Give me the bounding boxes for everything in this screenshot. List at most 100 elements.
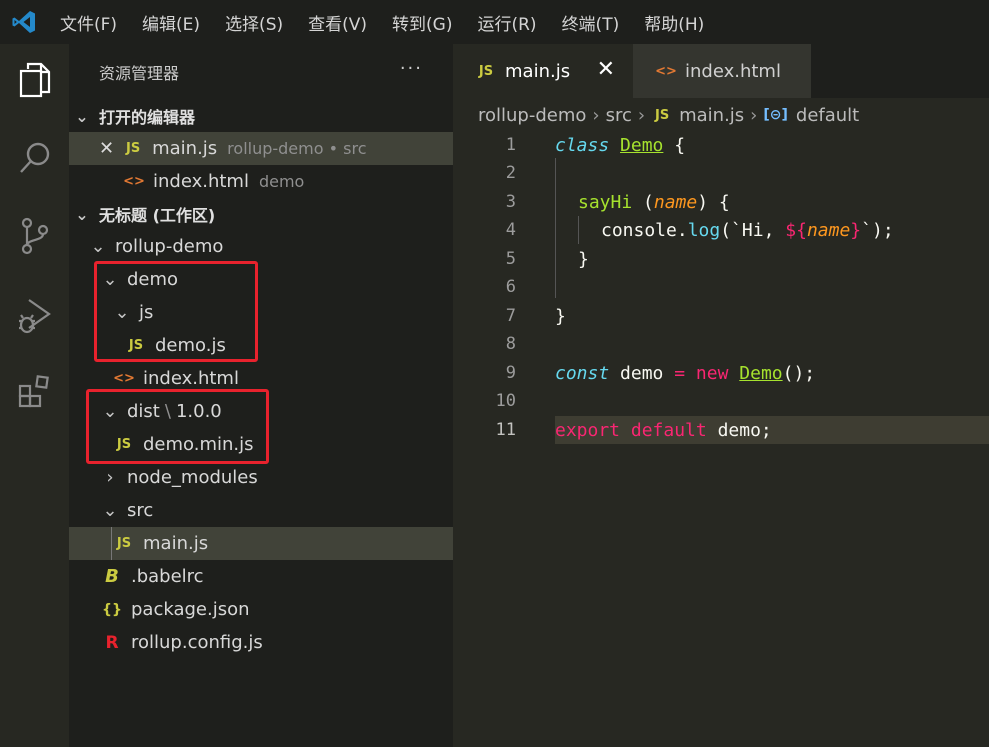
code-line: 4 console.log(`Hi, ${name}`); xyxy=(453,216,989,244)
chevron-down-icon: ⌄ xyxy=(90,236,106,257)
tree-file[interactable]: R rollup.config.js xyxy=(69,626,453,659)
more-actions-icon[interactable]: ··· xyxy=(400,58,423,79)
code-text: export default demo; xyxy=(555,419,772,441)
code-line-current: 11 export default demo; xyxy=(453,416,989,444)
extensions-icon[interactable] xyxy=(0,362,69,422)
json-icon: {} xyxy=(102,601,122,618)
menu-bar: 文件(F) 编辑(E) 选择(S) 查看(V) 转到(G) 运行(R) 终端(T… xyxy=(0,0,989,44)
tree-folder[interactable]: ⌄ src xyxy=(69,494,453,527)
open-editor-name: index.html xyxy=(153,171,249,192)
tree-file-selected[interactable]: JS main.js xyxy=(69,527,453,560)
chevron-right-icon: › xyxy=(750,104,758,126)
close-icon[interactable]: ✕ xyxy=(597,57,615,82)
breadcrumb-item[interactable]: src xyxy=(606,105,632,126)
open-editors-header[interactable]: ⌄ 打开的编辑器 xyxy=(69,100,453,132)
code-line: 5 } xyxy=(453,245,989,273)
workspace-header[interactable]: ⌄ 无标题 (工作区) xyxy=(69,198,453,230)
tab-label: main.js xyxy=(505,60,571,82)
chevron-down-icon: ⌄ xyxy=(75,106,89,126)
menu-file[interactable]: 文件(F) xyxy=(60,10,117,35)
editor-tabs: JS main.js ✕ <> index.html xyxy=(453,44,989,98)
html-file-icon: <> xyxy=(655,63,677,79)
explorer-title-label: 资源管理器 xyxy=(99,64,180,83)
html-file-icon: <> xyxy=(113,371,135,386)
symbol-variable-icon: [⊝] xyxy=(763,107,788,123)
tree-file[interactable]: B .babelrc xyxy=(69,560,453,593)
chevron-down-icon: ⌄ xyxy=(75,204,89,224)
line-number: 9 xyxy=(505,363,516,383)
line-number: 4 xyxy=(505,220,516,240)
tree-folder-label: rollup-demo xyxy=(115,236,224,257)
code-line: 6 xyxy=(453,273,989,301)
chevron-down-icon: ⌄ xyxy=(102,500,118,521)
close-icon[interactable]: ✕ xyxy=(99,138,114,159)
menu-selection[interactable]: 选择(S) xyxy=(225,10,283,35)
explorer-sidebar: 资源管理器 ··· ⌄ 打开的编辑器 ✕ JS main.js rollup-d… xyxy=(69,44,453,747)
code-text: sayHi (name) { xyxy=(578,191,730,213)
menu-run[interactable]: 运行(R) xyxy=(477,10,536,35)
tree-folder[interactable]: › node_modules xyxy=(69,461,453,494)
source-control-icon[interactable] xyxy=(0,206,69,266)
open-editor-item[interactable]: <> index.html demo xyxy=(69,165,453,198)
code-line: 7 } xyxy=(453,302,989,330)
code-line: 9 const demo = new Demo(); xyxy=(453,359,989,387)
indent-guide xyxy=(111,527,112,560)
menu-go[interactable]: 转到(G) xyxy=(392,10,452,35)
tree-file[interactable]: {} package.json xyxy=(69,593,453,626)
menu-terminal[interactable]: 终端(T) xyxy=(562,10,620,35)
breadcrumb-item[interactable]: default xyxy=(796,105,859,126)
open-editor-item[interactable]: ✕ JS main.js rollup-demo • src xyxy=(69,132,453,165)
line-number: 7 xyxy=(505,306,516,326)
search-icon[interactable] xyxy=(0,128,69,188)
line-number: 11 xyxy=(495,420,516,440)
tab-main-js[interactable]: JS main.js ✕ xyxy=(453,44,633,98)
tree-file-label: rollup.config.js xyxy=(131,632,263,653)
line-number: 10 xyxy=(495,391,516,411)
tab-index-html[interactable]: <> index.html xyxy=(633,44,811,98)
menu-view[interactable]: 查看(V) xyxy=(308,10,367,35)
highlight-box-dist xyxy=(86,389,269,464)
tree-file-label: package.json xyxy=(131,599,250,620)
html-file-icon: <> xyxy=(123,174,145,189)
tree-file-label: index.html xyxy=(143,368,239,389)
tree-folder-label: node_modules xyxy=(127,467,258,488)
run-debug-icon[interactable] xyxy=(0,286,69,346)
code-line: 10 xyxy=(453,387,989,415)
js-file-icon: JS xyxy=(116,536,132,551)
js-file-icon: JS xyxy=(654,107,670,123)
activity-bar xyxy=(0,44,69,747)
explorer-icon[interactable] xyxy=(0,50,69,110)
code-text: console.log(`Hi, ${name}`); xyxy=(601,219,894,241)
open-editor-name: main.js xyxy=(152,138,218,159)
line-number: 5 xyxy=(505,249,516,269)
tree-folder[interactable]: ⌄ rollup-demo xyxy=(69,230,453,263)
code-editor[interactable]: 1 class Demo { 2 3 sayHi (name) { 4 cons… xyxy=(453,130,989,747)
explorer-title: 资源管理器 ··· xyxy=(69,44,453,100)
menu-help[interactable]: 帮助(H) xyxy=(644,10,704,35)
line-number: 8 xyxy=(505,334,516,354)
line-number: 1 xyxy=(505,135,516,155)
vscode-logo-icon xyxy=(0,0,48,44)
code-line: 2 xyxy=(453,159,989,187)
menu-edit[interactable]: 编辑(E) xyxy=(142,10,200,35)
tab-label: index.html xyxy=(685,60,781,82)
babel-icon: B xyxy=(105,566,119,587)
js-file-icon: JS xyxy=(478,63,494,79)
breadcrumb-item[interactable]: rollup-demo xyxy=(478,105,586,126)
line-number: 6 xyxy=(505,277,516,297)
breadcrumb-item[interactable]: main.js xyxy=(679,105,744,126)
code-line: 8 xyxy=(453,330,989,358)
workspace-label: 无标题 (工作区) xyxy=(99,206,216,225)
chevron-right-icon: › xyxy=(592,104,600,126)
chevron-right-icon: › xyxy=(106,467,114,488)
line-number: 3 xyxy=(505,192,516,212)
open-editors-label: 打开的编辑器 xyxy=(99,108,196,127)
tree-file-label: .babelrc xyxy=(131,566,204,587)
tree-file-label: main.js xyxy=(143,533,209,554)
code-text: } xyxy=(555,305,566,327)
open-editor-desc: rollup-demo • src xyxy=(227,139,367,158)
line-number: 2 xyxy=(505,163,516,183)
code-text: } xyxy=(578,248,589,270)
breadcrumb: rollup-demo › src › JS main.js › [⊝] def… xyxy=(478,100,859,130)
code-text: class Demo { xyxy=(555,134,686,156)
